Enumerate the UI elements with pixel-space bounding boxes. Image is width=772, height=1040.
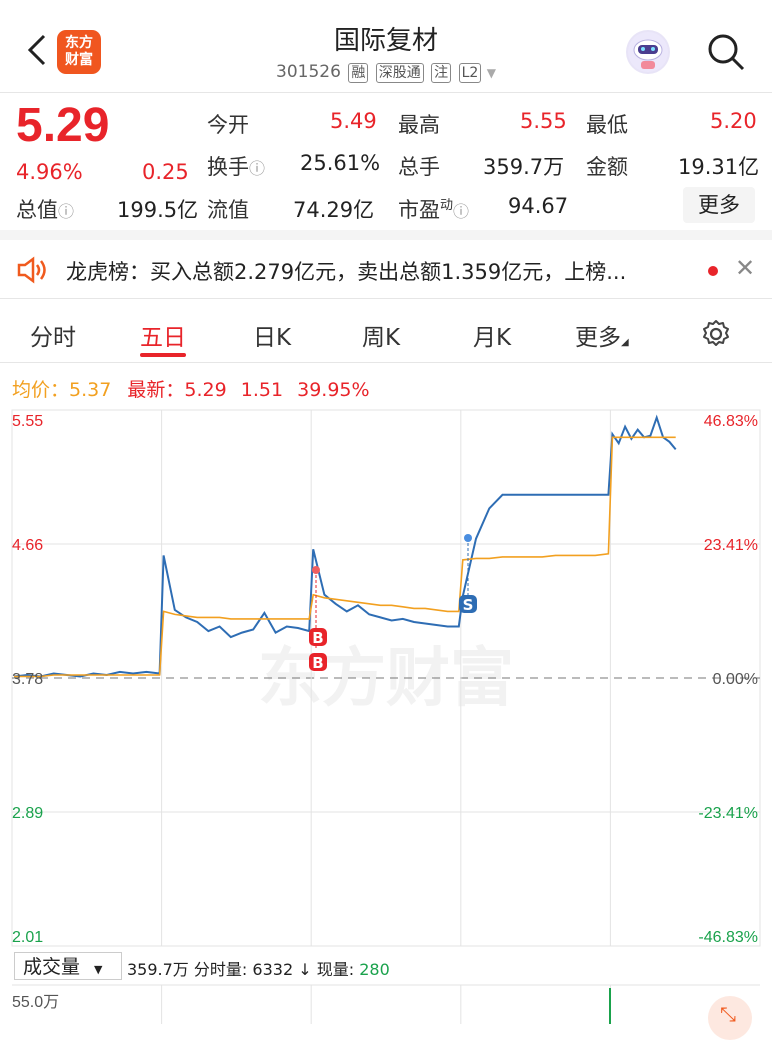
now-volume-value: 280 [359, 960, 390, 979]
volume-info: 359.7万 分时量: 6332 ↓ 现量: 280 [127, 956, 390, 980]
marker-label: B [312, 629, 323, 647]
volume-total: 359.7万 [127, 960, 189, 979]
y-axis-label-left: 4.66 [12, 537, 43, 554]
series-line-price [13, 414, 677, 678]
y-axis-label-left: 2.01 [12, 929, 43, 946]
buy-point [312, 566, 320, 574]
y-axis-label-right: 23.41% [704, 537, 758, 554]
y-axis-label-right: -46.83% [698, 929, 758, 946]
y-axis-label-right: 0.00% [713, 671, 758, 688]
now-volume-label: 现量: [316, 960, 355, 979]
dropdown-triangle-icon: ▼ [94, 963, 103, 976]
five-day-chart[interactable]: 东方财富 BB S 5.55 46.83% 4.66 23.41% 3.78 0.00% 2.… [0, 0, 772, 1024]
y-axis-label-left: 3.78 [12, 671, 43, 688]
volume-axis-top: 55.0万 [12, 994, 60, 1011]
y-axis-label-left: 5.55 [12, 413, 43, 430]
y-axis-label-right: 46.83% [704, 413, 758, 430]
marker-label: S [463, 596, 474, 614]
down-arrow-icon: ↓ [298, 960, 312, 979]
expand-icon[interactable]: ⤡ [708, 996, 752, 1040]
sell-point [464, 534, 472, 542]
watermark: 东方财富 [258, 642, 514, 716]
y-axis-label-left: 2.89 [12, 805, 43, 822]
marker-label: B [312, 654, 323, 672]
y-axis-label-right: -23.41% [698, 805, 758, 822]
period-volume-label: 分时量: [193, 960, 248, 979]
series-line-avg [14, 436, 676, 678]
indicator-select[interactable]: 成交量 ▼ [14, 952, 122, 980]
period-volume-value: 6332 [252, 960, 294, 979]
